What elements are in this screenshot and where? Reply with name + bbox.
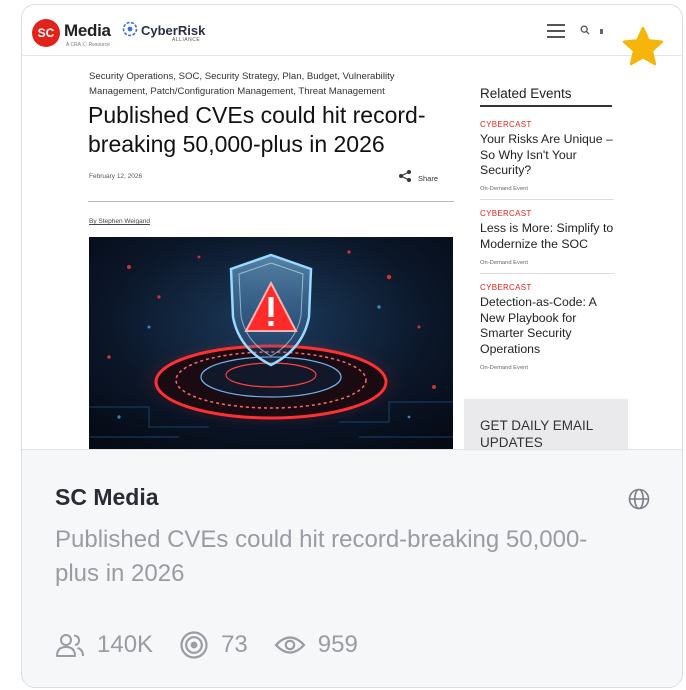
event-meta: On-Demand Event (480, 186, 529, 192)
hero-image-shield-warning (89, 237, 453, 449)
email-signup-box: GET DAILY EMAIL UPDATES (464, 399, 628, 450)
search-overflow-mark (600, 29, 603, 34)
site-screenshot-preview[interactable]: SC Media A CRA Ⓒ Resource CyberRisk ALLI… (22, 5, 682, 450)
related-events-heading: Related Events (480, 86, 572, 101)
target-icon (180, 631, 208, 659)
site-header: SC Media A CRA Ⓒ Resource CyberRisk ALLI… (22, 5, 682, 56)
users-icon (56, 634, 84, 657)
event-divider (480, 199, 614, 200)
search-icon (580, 25, 590, 35)
share-label: Share (418, 174, 439, 183)
hamburger-icon (547, 24, 565, 38)
article-headline: Published CVEs could hit record-breaking… (88, 102, 426, 157)
article-tags: Security Operations, SOC, Security Strat… (89, 71, 395, 97)
globe-icon[interactable] (627, 487, 651, 511)
event-category: CYBERCAST (480, 120, 532, 129)
followers-stat: 140K (55, 631, 153, 659)
event-divider (480, 273, 614, 274)
target-stat: 73 (179, 630, 248, 660)
followers-count: 140K (97, 631, 154, 658)
article-author: By Stephen Weigand (89, 218, 150, 225)
views-stat: 959 (274, 631, 358, 659)
views-count: 959 (317, 631, 358, 658)
stats-row: 140K 73 959 (55, 629, 384, 661)
event-category: CYBERCAST (480, 283, 532, 292)
eye-icon (274, 636, 306, 654)
sc-media-wordmark: Media (64, 21, 111, 40)
source-name: SC Media (55, 484, 159, 510)
article-date: February 12, 2026 (89, 173, 143, 180)
event-title: Detection-as-Code: A New Playbook for Sm… (480, 295, 597, 356)
event-title: Your Risks Are Unique – So Why Isn't You… (480, 132, 613, 177)
cyberrisk-logo-icon (122, 21, 138, 37)
star-icon[interactable] (620, 24, 666, 70)
event-category: CYBERCAST (480, 209, 532, 218)
cyberrisk-subline: ALLIANCE (172, 37, 201, 43)
event-title: Less is More: Simplify to Modernize the … (480, 221, 614, 251)
event-meta: On-Demand Event (480, 365, 529, 371)
related-events-underline (480, 105, 612, 107)
cyberrisk-wordmark: CyberRisk (141, 23, 206, 38)
card-title[interactable]: Published CVEs could hit record-breaking… (55, 523, 615, 591)
link-preview-card[interactable]: SC Media A CRA Ⓒ Resource CyberRisk ALLI… (21, 4, 683, 688)
sc-media-logo: SC (32, 19, 60, 47)
email-signup-text: GET DAILY EMAIL UPDATES (480, 418, 593, 450)
share-icon (399, 170, 411, 182)
article-divider (88, 201, 454, 202)
sc-media-subline: A CRA Ⓒ Resource (66, 42, 110, 48)
target-count: 73 (221, 631, 248, 658)
event-meta: On-Demand Event (480, 260, 529, 266)
